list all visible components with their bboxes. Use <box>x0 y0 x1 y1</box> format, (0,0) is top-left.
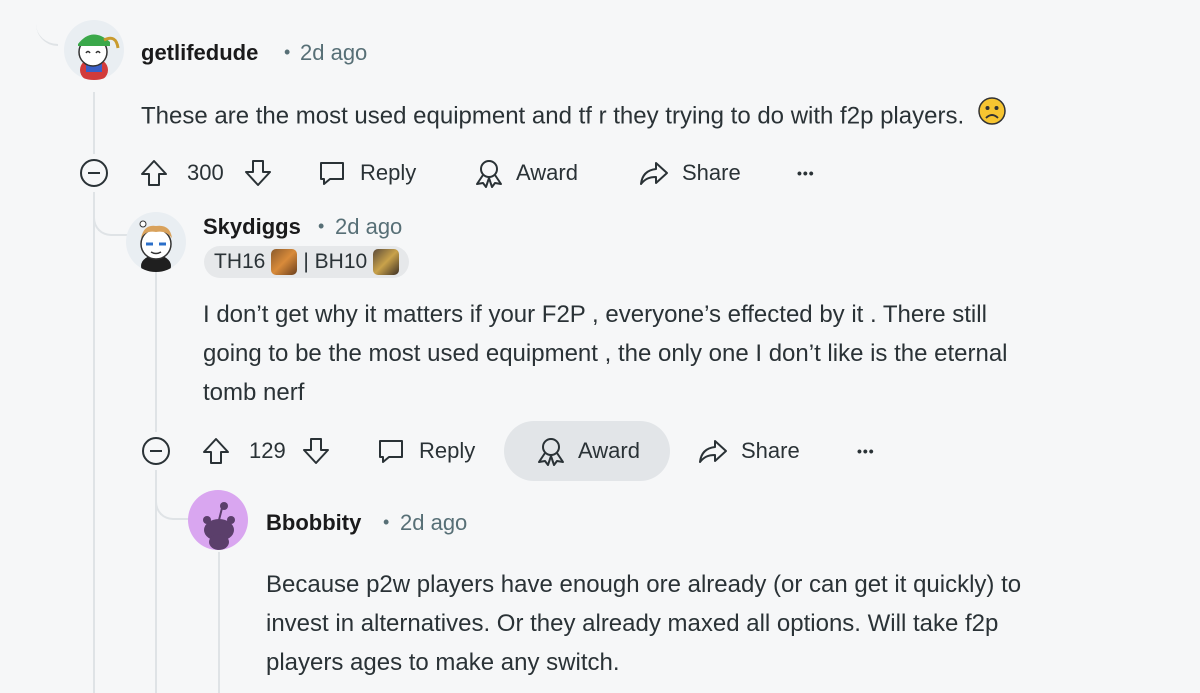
separator-dot: • <box>284 42 291 62</box>
comment-text-line: invest in alternatives. Or they already … <box>266 610 999 637</box>
share-button[interactable]: Share <box>638 143 741 203</box>
reply-bubble-icon <box>379 440 403 463</box>
award-label: Award <box>578 438 640 463</box>
more-options-icon: ••• <box>857 443 875 459</box>
vote-count: 300 <box>187 160 224 185</box>
downvote-arrow-icon <box>303 438 329 464</box>
vote-count: 129 <box>249 438 286 463</box>
username[interactable]: getlifedude <box>141 40 258 66</box>
share-label: Share <box>682 160 741 185</box>
downvote-arrow-icon <box>245 160 271 186</box>
avatar[interactable] <box>188 490 248 550</box>
avatar[interactable] <box>64 20 124 80</box>
user-flair: TH16 | BH10 <box>204 246 410 278</box>
thread-line-level-3 <box>218 552 220 693</box>
award-button[interactable]: Award <box>504 421 670 481</box>
upvote-button[interactable] <box>138 143 170 203</box>
award-label: Award <box>516 160 578 185</box>
reply-bubble-icon <box>320 162 344 185</box>
comment-text-line: tomb nerf <box>203 379 305 406</box>
timestamp[interactable]: 2d ago <box>300 40 367 66</box>
share-label: Share <box>741 438 800 463</box>
town-hall-icon <box>271 249 298 275</box>
timestamp[interactable]: 2d ago <box>400 510 467 536</box>
separator-dot: • <box>383 512 390 532</box>
username[interactable]: Skydiggs <box>203 214 301 240</box>
reply-button[interactable]: Reply <box>316 143 416 203</box>
more-options-button[interactable]: ••• <box>797 143 815 203</box>
share-arrow-icon <box>699 440 727 463</box>
username[interactable]: Bbobbity <box>266 510 361 536</box>
snoo-avatar-icon <box>139 220 172 272</box>
collapse-minus-icon <box>142 437 170 465</box>
award-ribbon-icon <box>476 160 502 188</box>
downvote-button[interactable] <box>242 143 274 203</box>
reply-label: Reply <box>419 438 476 463</box>
downvote-button[interactable] <box>300 421 332 481</box>
award-button[interactable]: Award <box>472 143 578 203</box>
more-options-icon: ••• <box>797 165 815 181</box>
more-options-button[interactable]: ••• <box>857 421 875 481</box>
collapse-minus-icon <box>80 159 108 187</box>
collapse-button[interactable] <box>140 421 172 481</box>
share-arrow-icon <box>640 162 668 185</box>
comment-text-line: Because p2w players have enough ore alre… <box>266 571 1022 598</box>
thread-line-level-2 <box>155 272 157 432</box>
flair-th-text: TH16 <box>214 250 266 273</box>
comment-text-line: going to be the most used equipment , th… <box>203 340 1008 367</box>
timestamp[interactable]: 2d ago <box>335 214 402 240</box>
comment-text-line: I don’t get why it matters if your F2P ,… <box>203 301 987 328</box>
award-ribbon-icon <box>538 438 565 466</box>
builder-hall-icon <box>373 249 400 275</box>
worried-face-emoji <box>977 96 1007 138</box>
reply-button[interactable]: Reply <box>375 421 475 481</box>
separator-dot: • <box>318 216 325 236</box>
upvote-button[interactable] <box>200 421 232 481</box>
comment-text-line: players ages to make any switch. <box>266 649 620 676</box>
flair-bh-text: | BH10 <box>303 250 368 273</box>
reply-label: Reply <box>360 160 417 185</box>
thread-connector-top <box>36 20 58 46</box>
avatar[interactable] <box>126 212 186 272</box>
snoo-avatar-icon <box>78 34 120 80</box>
thread-line-level-1-lower <box>93 192 95 693</box>
comment-text: These are the most used equipment and tf… <box>141 102 965 130</box>
share-button[interactable]: Share <box>697 421 800 481</box>
collapse-button[interactable] <box>78 143 110 203</box>
upvote-arrow-icon <box>203 438 229 464</box>
upvote-arrow-icon <box>141 160 167 186</box>
default-snoo-avatar-icon <box>203 502 235 550</box>
comment-body: These are the most used equipment and tf… <box>141 96 1007 138</box>
